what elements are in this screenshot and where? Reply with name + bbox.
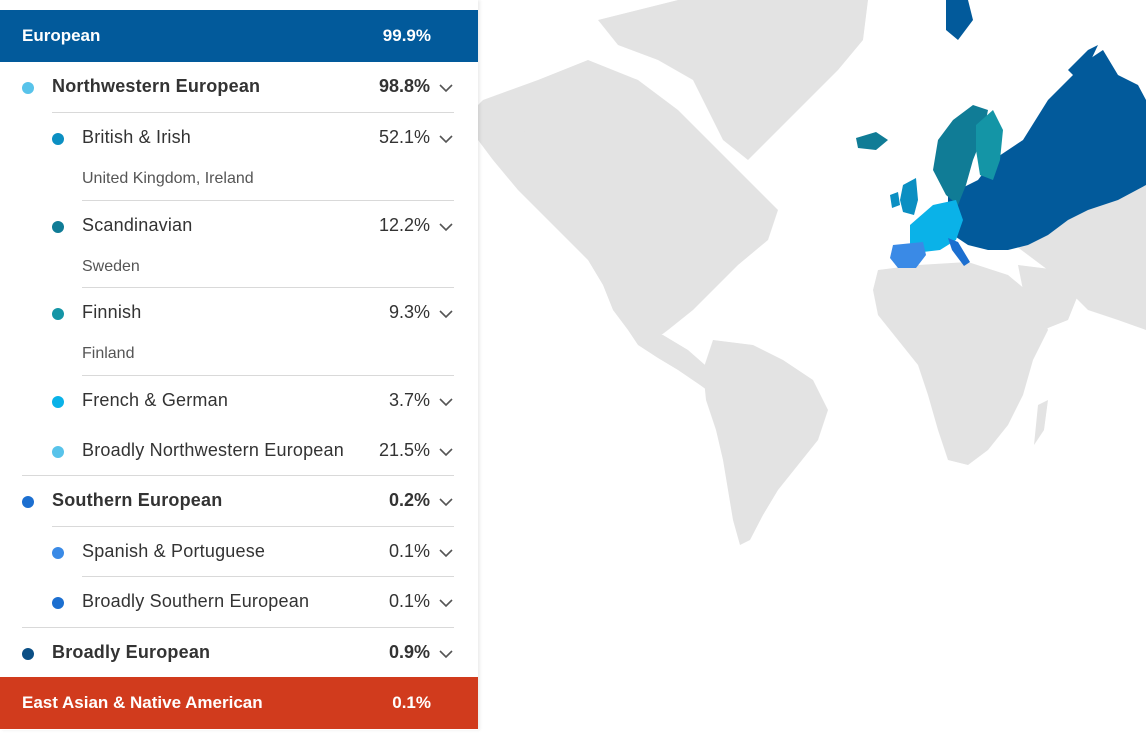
- ancestry-panel: European 99.9% Northwestern European 98.…: [0, 0, 478, 730]
- chevron-down-icon[interactable]: [438, 595, 454, 611]
- region-percent: 21.5%: [378, 440, 430, 460]
- land-masses: [478, 0, 1146, 545]
- region-iceland: [856, 132, 888, 150]
- region-label: Northwestern European: [52, 76, 261, 96]
- chevron-down-icon[interactable]: [438, 131, 454, 147]
- region-percent: 0.9%: [388, 642, 430, 662]
- region-spanish-portuguese: [890, 242, 926, 268]
- region-dot: [52, 308, 64, 320]
- region-percent: 98.8%: [378, 76, 430, 96]
- landmass-south-america: [703, 340, 828, 545]
- region-dot: [52, 133, 64, 145]
- region-row-broadly-european[interactable]: Broadly European 0.9%: [22, 628, 454, 677]
- region-label: Southern European: [52, 490, 223, 510]
- region-percent: 0.2%: [388, 490, 430, 510]
- region-row-british-irish[interactable]: British & Irish 52.1% United Kingdom, Ir…: [22, 113, 454, 200]
- european-percent: 99.9%: [382, 26, 431, 45]
- region-dot: [22, 648, 34, 660]
- european-label: European: [22, 26, 101, 45]
- chevron-down-icon[interactable]: [438, 219, 454, 235]
- chevron-down-icon[interactable]: [438, 646, 454, 662]
- world-map[interactable]: [478, 0, 1146, 730]
- chevron-down-icon[interactable]: [438, 494, 454, 510]
- chevron-down-icon[interactable]: [438, 80, 454, 96]
- region-row-spanish-portuguese[interactable]: Spanish & Portuguese 0.1%: [22, 527, 454, 576]
- region-percent: 52.1%: [378, 127, 430, 147]
- region-row-broadly-southern-european[interactable]: Broadly Southern European 0.1%: [22, 577, 454, 627]
- region-sublabel: Finland: [82, 345, 135, 362]
- region-row-broadly-northwestern-european[interactable]: Broadly Northwestern European 21.5%: [22, 426, 454, 475]
- region-dot: [22, 496, 34, 508]
- landmass-madagascar: [1034, 400, 1048, 445]
- region-row-finnish[interactable]: Finnish 9.3% Finland: [22, 288, 454, 375]
- region-dot: [52, 396, 64, 408]
- region-row-french-german[interactable]: French & German 3.7%: [22, 376, 454, 425]
- region-row-southern-european[interactable]: Southern European 0.2%: [22, 476, 454, 526]
- region-percent: 0.1%: [388, 591, 430, 611]
- region-percent: 12.2%: [378, 215, 430, 235]
- region-row-scandinavian[interactable]: Scandinavian 12.2% Sweden: [22, 201, 454, 287]
- region-ireland: [890, 192, 900, 208]
- region-dot: [52, 446, 64, 458]
- east-asian-percent: 0.1%: [392, 693, 431, 712]
- region-percent: 0.1%: [388, 541, 430, 561]
- region-sublabel: Sweden: [82, 258, 140, 275]
- region-label: Finnish: [82, 302, 142, 322]
- region-percent: 9.3%: [388, 302, 430, 322]
- region-label: Spanish & Portuguese: [82, 541, 266, 561]
- region-percent: 3.7%: [388, 390, 430, 410]
- east-asian-label: East Asian & Native American: [22, 693, 263, 712]
- region-british-irish: [900, 178, 918, 215]
- region-dot: [52, 221, 64, 233]
- region-label: British & Irish: [82, 127, 192, 147]
- region-row-northwestern-european[interactable]: Northwestern European 98.8%: [22, 62, 454, 112]
- chevron-down-icon[interactable]: [438, 545, 454, 561]
- region-dot: [22, 82, 34, 94]
- landmass-africa: [873, 262, 1048, 465]
- european-header[interactable]: European 99.9%: [0, 10, 478, 62]
- region-label: Broadly Northwestern European: [82, 440, 344, 460]
- region-svalbard: [946, 0, 973, 40]
- region-label: Scandinavian: [82, 215, 193, 235]
- region-dot: [52, 547, 64, 559]
- region-sublabel: United Kingdom, Ireland: [82, 170, 254, 187]
- map-canvas: [478, 0, 1146, 545]
- chevron-down-icon[interactable]: [438, 394, 454, 410]
- region-label: Broadly European: [52, 642, 211, 662]
- region-label: Broadly Southern European: [82, 591, 310, 611]
- region-label: French & German: [82, 390, 229, 410]
- east-asian-native-american-header[interactable]: East Asian & Native American 0.1%: [0, 677, 478, 729]
- chevron-down-icon[interactable]: [438, 444, 454, 460]
- chevron-down-icon[interactable]: [438, 306, 454, 322]
- region-dot: [52, 597, 64, 609]
